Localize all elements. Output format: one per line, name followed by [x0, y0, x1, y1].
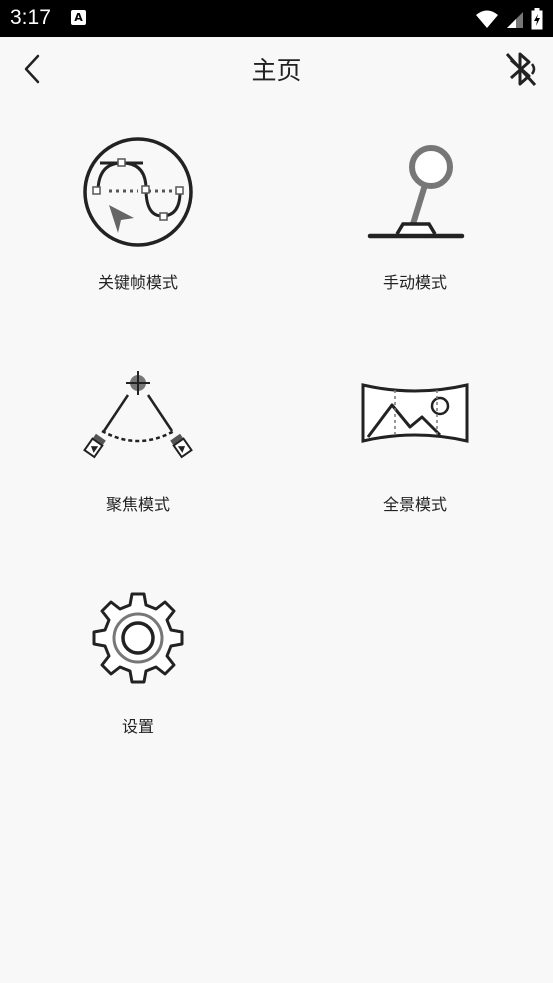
focus-mode-label: 聚焦模式 [105, 495, 170, 514]
status-icons [475, 7, 543, 31]
bluetooth-button[interactable] [501, 49, 541, 89]
manual-mode-label: 手动模式 [382, 273, 447, 292]
panorama-icon [361, 383, 469, 443]
page-title: 主页 [251, 56, 302, 85]
notification-a-icon: A [71, 10, 86, 25]
settings-label: 设置 [121, 717, 154, 736]
battery-icon [531, 8, 543, 30]
manual-mode-tile[interactable]: 手动模式 [315, 126, 515, 326]
gear-icon [92, 592, 184, 684]
status-time: 3:17 [10, 6, 51, 29]
panorama-mode-label: 全景模式 [382, 495, 447, 514]
panorama-mode-tile[interactable]: 全景模式 [315, 348, 515, 548]
top-app-bar: 主页 [0, 37, 553, 101]
focus-arc-icon [83, 371, 193, 459]
settings-tile[interactable]: 设置 [38, 570, 238, 770]
wifi-icon [476, 10, 498, 28]
signal-icon [507, 12, 523, 28]
bluetooth-disabled-icon [505, 52, 537, 87]
keyframe-mode-tile[interactable]: 关键帧模式 [38, 126, 238, 326]
status-bar: 3:17 A [0, 0, 553, 37]
keyframe-curve-icon [83, 137, 193, 247]
keyframe-mode-label: 关键帧模式 [97, 273, 178, 292]
joystick-icon [367, 145, 465, 239]
focus-mode-tile[interactable]: 聚焦模式 [38, 348, 238, 548]
